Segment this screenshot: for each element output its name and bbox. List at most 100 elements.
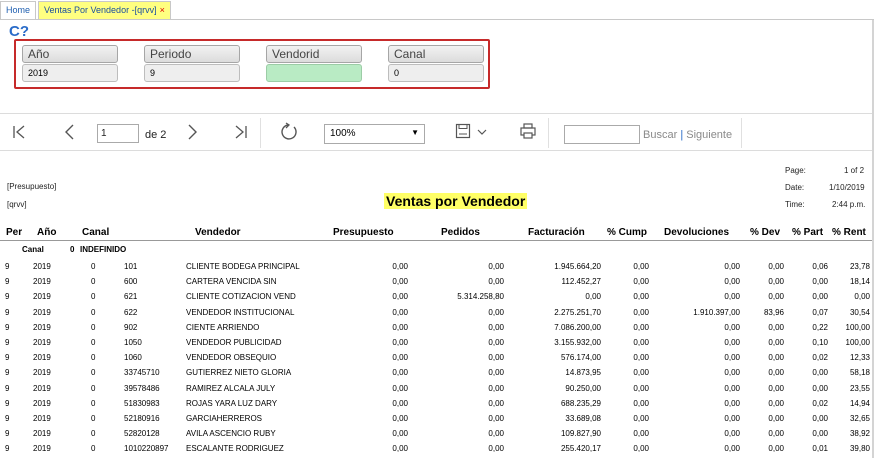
table-row: 9 2019 0 622 VENDEDOR INSTITUCIONAL 0,00 0,00 2… — [0, 308, 874, 322]
cell-dev: 0,00 — [768, 383, 784, 393]
cell-cump: 0,00 — [633, 368, 649, 378]
cell-pedidos: 0,00 — [488, 338, 504, 347]
cell-dev: 0,00 — [768, 338, 784, 347]
cell-dev: 0,00 — [768, 262, 784, 271]
cell-per: 9 — [5, 262, 10, 271]
cell-devoluciones: 0,00 — [724, 262, 740, 271]
cell-canal: 0 — [91, 368, 96, 378]
cell-presupuesto: 0,00 — [392, 398, 408, 408]
cell-vendor-name: GUTIERREZ NIETO GLORIA — [186, 368, 292, 378]
col-rent: % Rent — [832, 227, 866, 238]
date-value: 1/10/2019 — [829, 183, 865, 192]
cell-devoluciones: 0,00 — [724, 398, 740, 408]
cell-presupuesto: 0,00 — [392, 429, 408, 439]
cell-vendor-name: CIENTE ARRIENDO — [186, 322, 260, 332]
chevron-down-icon[interactable] — [477, 128, 487, 136]
cell-facturacion: 14.873,95 — [565, 368, 601, 378]
cell-vendor-name: RAMIREZ ALCALA JULY — [186, 383, 276, 393]
cell-ano: 2019 — [33, 307, 51, 317]
close-icon[interactable]: × — [160, 5, 165, 15]
group-label: Canal — [22, 245, 44, 254]
refresh-help-icon[interactable]: C? — [9, 23, 29, 40]
cell-part: 0,00 — [812, 414, 828, 423]
cell-presupuesto: 0,00 — [392, 338, 408, 347]
prev-page-icon[interactable] — [63, 124, 75, 140]
cell-vendor-id: 39578486 — [124, 383, 160, 393]
cell-rent: 38,92 — [849, 429, 870, 439]
cell-canal: 0 — [91, 383, 96, 393]
cell-ano: 2019 — [33, 262, 51, 271]
table-row: 9 2019 0 1060 VENDEDOR OBSEQUIO 0,00 0,00 576.1… — [0, 353, 874, 367]
save-icon[interactable] — [455, 123, 471, 139]
table-header: Per Año Canal Vendedor Presupuesto Pedid… — [0, 223, 874, 241]
next-link[interactable]: Siguiente — [686, 129, 732, 141]
col-ano: Año — [37, 227, 57, 238]
tab-bar: Home Ventas Por Vendedor -[qrvv] × — [0, 0, 874, 20]
page-number-input[interactable] — [97, 124, 139, 143]
cell-dev: 0,00 — [768, 277, 784, 287]
param-value-ano[interactable]: 2019 — [22, 64, 118, 82]
table-row: 9 2019 0 902 CIENTE ARRIENDO 0,00 0,00 7.086.20… — [0, 323, 874, 337]
cell-rent: 12,33 — [849, 353, 870, 363]
cell-pedidos: 0,00 — [488, 429, 504, 439]
print-icon[interactable] — [519, 122, 537, 140]
refresh-icon[interactable] — [279, 122, 299, 142]
cell-canal: 0 — [91, 414, 96, 423]
cell-dev: 0,00 — [768, 368, 784, 378]
cell-pedidos: 0,00 — [488, 383, 504, 393]
cell-pedidos: 0,00 — [488, 398, 504, 408]
dropdown-caret-icon: ▼ — [411, 128, 419, 137]
param-value-periodo[interactable]: 9 — [144, 64, 240, 82]
tab-home[interactable]: Home — [0, 1, 37, 19]
cell-rent: 100,00 — [845, 322, 870, 332]
first-page-icon[interactable] — [12, 125, 26, 139]
cell-vendor-id: 902 — [124, 322, 138, 332]
cell-facturacion: 112.452,27 — [561, 277, 601, 287]
table-row: 9 2019 0 1010220897 ESCALANTE RODRIGUEZ 0,00 0… — [0, 444, 874, 458]
cell-vendor-id: 1050 — [124, 338, 142, 347]
col-cump: % Cump — [607, 227, 647, 238]
cell-facturacion: 3.155.932,00 — [554, 338, 601, 347]
cell-vendor-name: CLIENTE COTIZACION VEND — [186, 292, 296, 302]
cell-devoluciones: 0,00 — [724, 353, 740, 363]
zoom-select[interactable]: 100% ▼ — [324, 124, 425, 144]
col-part: % Part — [792, 227, 824, 238]
last-page-icon[interactable] — [234, 125, 248, 139]
cell-canal: 0 — [91, 277, 96, 287]
cell-facturacion: 576.174,00 — [560, 353, 601, 363]
cell-devoluciones: 0,00 — [724, 368, 740, 378]
cell-dev: 0,00 — [768, 292, 784, 302]
cell-cump: 0,00 — [633, 353, 649, 363]
find-separator: | — [680, 129, 684, 141]
cell-vendor-name: CLIENTE BODEGA PRINCIPAL — [186, 262, 300, 271]
cell-cump: 0,00 — [633, 338, 649, 347]
cell-vendor-id: 33745710 — [124, 368, 160, 378]
table-row: 9 2019 0 51830983 ROJAS YARA LUZ DARY 0,00 0,0… — [0, 399, 874, 413]
toolbar-divider — [548, 118, 549, 148]
cell-rent: 30,54 — [849, 307, 870, 317]
cell-ano: 2019 — [33, 414, 51, 423]
param-value-canal[interactable]: 0 — [388, 64, 484, 82]
next-page-icon[interactable] — [187, 124, 199, 140]
cell-ano: 2019 — [33, 322, 51, 332]
cell-rent: 58,18 — [849, 368, 870, 378]
tab-ventas-por-vendedor[interactable]: Ventas Por Vendedor -[qrvv] × — [38, 1, 171, 19]
cell-devoluciones: 0,00 — [724, 383, 740, 393]
cell-pedidos: 0,00 — [488, 414, 504, 423]
cell-per: 9 — [5, 307, 10, 317]
cell-cump: 0,00 — [633, 398, 649, 408]
cell-facturacion: 7.086.200,00 — [554, 322, 601, 332]
search-input[interactable] — [564, 125, 640, 144]
cell-vendor-id: 622 — [124, 307, 138, 317]
cell-rent: 23,55 — [849, 383, 870, 393]
group-value: 0 — [70, 245, 75, 254]
cell-cump: 0,00 — [633, 307, 649, 317]
table-row: 9 2019 0 1050 VENDEDOR PUBLICIDAD 0,00 0,00 3.1… — [0, 338, 874, 352]
param-value-vendorid[interactable] — [266, 64, 362, 82]
cell-vendor-name: AVILA ASCENCIO RUBY — [186, 429, 276, 439]
cell-vendor-id: 1010220897 — [124, 444, 169, 454]
cell-vendor-id: 101 — [124, 262, 138, 271]
param-label-canal: Canal — [388, 45, 484, 63]
find-link[interactable]: Buscar — [643, 129, 677, 141]
table-row: 9 2019 0 600 CARTERA VENCIDA SIN 0,00 0,00 112.… — [0, 277, 874, 291]
